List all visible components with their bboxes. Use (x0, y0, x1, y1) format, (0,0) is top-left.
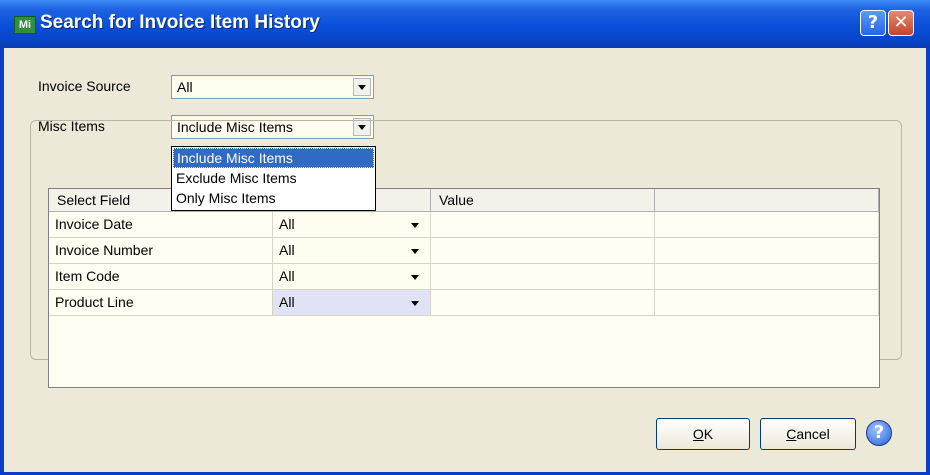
chevron-down-icon[interactable] (353, 78, 371, 96)
title-bar[interactable]: Mi Search for Invoice Item History ? ✕ (0, 0, 930, 48)
cancel-mnemonic: C (786, 426, 797, 442)
help-icon[interactable]: ? (866, 420, 892, 446)
dropdown-option-only[interactable]: Only Misc Items (173, 189, 374, 209)
table-row-extra (655, 238, 879, 264)
close-button[interactable]: ✕ (888, 10, 914, 36)
invoice-source-value: All (177, 79, 193, 95)
table-row-field[interactable]: Invoice Date (49, 212, 273, 238)
operator-value: All (279, 294, 295, 310)
table-row-extra (655, 290, 879, 316)
misc-items-dropdown-list: Include Misc Items Exclude Misc Items On… (171, 146, 376, 211)
cancel-label-rest: ancel (796, 426, 830, 442)
chevron-down-icon[interactable] (411, 301, 419, 306)
operator-value: All (279, 216, 295, 232)
invoice-source-select[interactable]: All (171, 75, 374, 99)
table-row-value[interactable] (431, 212, 655, 238)
column-header-value[interactable]: Value (431, 189, 655, 212)
table-row-operator[interactable]: All (273, 264, 431, 290)
ok-label-rest: K (703, 426, 714, 442)
criteria-grid: Select Field Value Invoice Date All Invo… (48, 188, 880, 388)
chevron-down-icon[interactable] (411, 249, 419, 254)
column-header-extra (655, 189, 879, 212)
table-row-operator[interactable]: All (273, 238, 431, 264)
table-row-field[interactable]: Item Code (49, 264, 273, 290)
chevron-down-icon[interactable] (411, 275, 419, 280)
table-row-extra (655, 212, 879, 238)
table-row-extra (655, 264, 879, 290)
invoice-source-label: Invoice Source (38, 78, 131, 94)
operator-value: All (279, 268, 295, 284)
operator-value: All (279, 242, 295, 258)
table-row-value[interactable] (431, 238, 655, 264)
table-row-field[interactable]: Product Line (49, 290, 273, 316)
cancel-button[interactable]: Cancel (760, 418, 856, 450)
ok-button[interactable]: OK (656, 418, 750, 450)
table-row-operator[interactable]: All (273, 212, 431, 238)
chevron-down-icon[interactable] (411, 223, 419, 228)
title-help-button[interactable]: ? (860, 10, 886, 36)
dialog-window: Mi Search for Invoice Item History ? ✕ I… (0, 0, 930, 475)
dropdown-option-exclude[interactable]: Exclude Misc Items (173, 169, 374, 189)
window-title: Search for Invoice Item History (40, 12, 320, 33)
dropdown-option-include[interactable]: Include Misc Items (173, 148, 374, 168)
table-row-value[interactable] (431, 290, 655, 316)
table-row-field[interactable]: Invoice Number (49, 238, 273, 264)
app-icon: Mi (14, 16, 36, 34)
table-row-value[interactable] (431, 264, 655, 290)
ok-mnemonic: O (692, 426, 704, 442)
table-row-operator-selected[interactable]: All (273, 290, 431, 316)
